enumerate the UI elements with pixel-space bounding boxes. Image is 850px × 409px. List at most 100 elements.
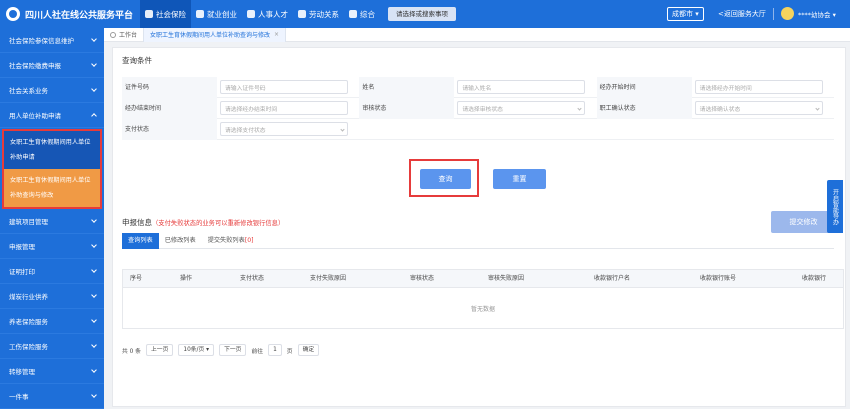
page-size-select[interactable]: 10条/页 ▾ [178,344,215,356]
field-label: 支付状态 [122,118,217,140]
field-confirm-status: 职工确认状态 请选择确认状态 [596,97,834,119]
tab-label: 女职工生育休假期间用人单位补助查询与修改 [150,32,271,39]
chevron-down-icon [91,36,97,42]
page-unit-label: 页 [286,348,293,355]
tab-query-list[interactable]: 查询列表 [122,233,159,249]
nav-employment[interactable]: 就业创业 [191,0,242,28]
field-label: 审核状态 [359,97,455,119]
id-number-input[interactable]: 请输入证件号码 [220,80,348,94]
reset-button[interactable]: 重置 [493,169,546,189]
column-header: 序号 [130,275,143,282]
top-navbar: 四川人社在线公共服务平台 社会保险 就业创业 人事人才 劳动关系 综合 请选择或… [0,0,850,28]
name-input[interactable]: 请输入姓名 [457,80,586,94]
column-header: 审核失败原因 [488,275,525,282]
sidebar-item-label: 建筑项目管理 [9,218,48,226]
back-to-hall-link[interactable]: <返回服务大厅 [718,9,766,19]
shield-icon [145,10,153,18]
field-payment-status: 支付状态 请选择支付状态 [122,118,365,140]
start-time-picker[interactable]: 请选择经办开始时间 [694,80,823,94]
placeholder-text: 请选择支付状态 [225,127,266,134]
column-header: 收款银行户名 [594,275,631,282]
nav-label: 就业创业 [207,9,237,19]
goto-label: 前往 [251,348,264,355]
sidebar-item-employer-subsidy[interactable]: 用人单位补助申请 [0,103,104,128]
sidebar-item-injury[interactable]: 工伤保险服务 [0,334,104,359]
sidebar-item-one-thing[interactable]: 一件事 [0,384,104,409]
field-name: 姓名 请输入姓名 [359,76,596,98]
placeholder-text: 请选择经办开始时间 [699,85,752,92]
sidebar-item-label: 转移管理 [9,368,35,376]
report-section-title: 申报信息（支付失败状态的业务可以重新修改银行信息） [122,217,284,228]
chevron-down-icon [91,86,97,92]
sidebar-item-coal-industry[interactable]: 煤炭行业供养 [0,284,104,309]
goto-confirm-button[interactable]: 确定 [297,344,320,356]
nav-social-insurance[interactable]: 社会保险 [140,0,191,28]
username[interactable]: ****幼协会 ▾ [798,9,836,19]
field-label: 姓名 [359,76,455,98]
sidebar-item-construction[interactable]: 建筑项目管理 [0,209,104,234]
grid-icon [349,10,357,18]
end-time-picker[interactable]: 请选择经办结束时间 [220,101,348,115]
sidebar-subitem-subsidy-query[interactable]: 女职工生育休假期间用人单位补助查询与修改 [4,169,100,207]
sidebar-item-label: 社会关系业务 [9,87,48,95]
field-end-time: 经办结束时间 请选择经办结束时间 [122,97,359,119]
audit-status-select[interactable]: 请选择审核状态 [457,101,586,115]
query-form: 证件号码 请输入证件号码 姓名 请输入姓名 经办开始时间 请选择经办开始时间 经… [122,76,834,140]
report-warning: （支付失败状态的业务可以重新修改银行信息） [152,220,285,227]
city-selector[interactable]: 成都市 ▾ [667,7,704,21]
smart-guide-tab[interactable]: 开启智能导办 [827,180,843,233]
page-tabs: 工作台 女职工生育休假期间用人单位补助查询与修改 × [104,27,850,42]
form-row: 支付状态 请选择支付状态 [122,118,834,140]
sidebar-subitem-subsidy-apply[interactable]: 女职工生育休假期间用人单位补助申请 [4,131,100,169]
query-button[interactable]: 查询 [420,169,471,189]
prev-page-button[interactable]: 上一页 [145,344,174,356]
placeholder-text: 请选择经办结束时间 [225,106,278,113]
avatar[interactable] [781,7,794,20]
pagination: 共 0 条 上一页 10条/页 ▾ 下一页 前往 1 页 确定 [122,344,320,356]
sidebar-item-report-mgmt[interactable]: 申报管理 [0,234,104,259]
nav-label: 综合 [360,9,375,19]
sidebar-item-pension[interactable]: 养老保险服务 [0,309,104,334]
chevron-down-icon [815,105,820,111]
next-page-button[interactable]: 下一页 [219,344,247,356]
field-start-time: 经办开始时间 请选择经办开始时间 [596,76,834,98]
tab-subsidy-query[interactable]: 女职工生育休假期间用人单位补助查询与修改 × [143,27,287,42]
sidebar-item-label: 社会保险参保信息维护 [9,37,74,45]
column-header: 收款银行账号 [700,275,737,282]
placeholder-text: 请选择审核状态 [462,106,503,113]
chevron-up-icon [91,113,97,119]
confirm-status-select[interactable]: 请选择确认状态 [694,101,823,115]
sidebar-item-transfer[interactable]: 转移管理 [0,359,104,384]
chevron-down-icon [340,126,345,132]
field-label: 证件号码 [122,76,217,98]
main-panel: 查询条件 证件号码 请输入证件号码 姓名 请输入姓名 经办开始时间 请选择经办开… [112,47,846,407]
nav-general[interactable]: 综合 [344,0,380,28]
city-label: 成都市 [672,10,693,18]
sidebar-item-certificate-print[interactable]: 证明打印 [0,259,104,284]
chevron-down-icon [91,242,97,248]
payment-status-select[interactable]: 请选择支付状态 [220,122,348,136]
nav-labor-relations[interactable]: 劳动关系 [293,0,344,28]
nav-label: 社会保险 [156,9,186,19]
page-size-label: 10条/页 [183,347,205,353]
briefcase-icon [196,10,204,18]
item-search-button[interactable]: 请选择或搜索事项 [388,7,456,21]
tab-failed-list[interactable]: 提交失败列表[0] [202,233,260,249]
sidebar-item-social-relations[interactable]: 社会关系业务 [0,78,104,103]
close-icon[interactable]: × [274,31,279,38]
platform-logo[interactable]: 四川人社在线公共服务平台 [0,7,140,21]
tab-modified-list[interactable]: 已修改列表 [159,233,202,249]
sidebar: 社会保险参保信息维护 社会保险缴费申报 社会关系业务 用人单位补助申请 女职工生… [0,28,104,409]
tab-workbench[interactable]: 工作台 [104,28,143,42]
placeholder-text: 请输入证件号码 [225,85,266,92]
nav-personnel[interactable]: 人事人才 [242,0,293,28]
field-label: 经办结束时间 [122,97,217,119]
field-id-number: 证件号码 请输入证件号码 [122,76,359,98]
page-number-input[interactable]: 1 [268,344,282,356]
sidebar-item-label: 社会保险缴费申报 [9,62,61,70]
sidebar-item-payment-report[interactable]: 社会保险缴费申报 [0,53,104,78]
person-icon [247,10,255,18]
results-table: 序号 操作 支付状态 支付失败原因 审核状态 审核失败原因 收款银行户名 收款银… [122,269,844,329]
sidebar-item-insurance-info[interactable]: 社会保险参保信息维护 [0,28,104,53]
divider [773,8,774,20]
